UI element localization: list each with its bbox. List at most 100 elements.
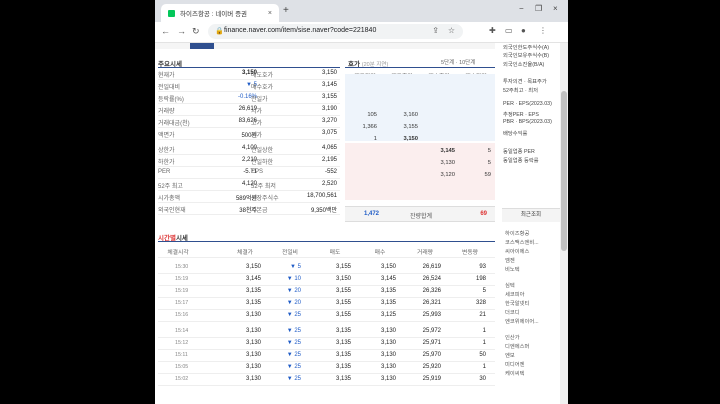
nav-selected-tab[interactable] [190, 43, 214, 49]
timeseries-cell: 26,321 [422, 300, 441, 306]
page-scrollbar[interactable] [560, 43, 568, 404]
timeseries-cell: 3,130 [380, 364, 396, 370]
quote-label: 등락률(%) [158, 97, 184, 103]
restore-button[interactable]: ❐ [535, 4, 542, 13]
browser-window: 하이즈항공 : 네이버 증권 × + − ❐ × ← → ↻ 🔒 finance… [155, 0, 568, 404]
quote-row-divider [158, 79, 340, 80]
minimize-button[interactable]: − [519, 4, 524, 13]
quote-row-divider [158, 154, 340, 155]
quote-label: 고가 [251, 121, 263, 127]
recent-stock-link[interactable]: 세코피아 [505, 290, 525, 298]
timeseries-cell: 21 [479, 312, 486, 318]
timeseries-cell: 3,135 [335, 352, 351, 358]
tab-strip: 하이즈항공 : 네이버 증권 × + − ❐ × [155, 0, 568, 22]
hoga-top-rule [345, 67, 495, 68]
recent-stock-link[interactable]: 엔보 [505, 351, 515, 359]
hoga-ask-area: 105 3,160 1,366 3,155 1 3,150 [345, 74, 495, 142]
recent-stock-link[interactable]: 심텍 [505, 281, 515, 289]
timeseries-cell: 15:30 [175, 264, 189, 270]
recent-stock-link[interactable]: 하이즈항공 [505, 229, 529, 237]
scrollbar-thumb[interactable] [561, 91, 567, 251]
hoga-ask-price: 3,160 [403, 112, 418, 118]
quote-row-divider [158, 202, 340, 203]
timeseries-cell: 3,130 [245, 340, 261, 346]
timeseries-cell: 15:12 [175, 340, 189, 346]
stock-nav-strip [155, 43, 495, 49]
sidebar-toggle-icon[interactable]: ▭ [505, 26, 513, 35]
timeseries-header-cell: 체결시각 [167, 250, 189, 256]
url-text[interactable]: finance.naver.com/item/sise.naver?code=2… [224, 27, 376, 34]
profile-avatar-icon[interactable]: ● [521, 26, 526, 35]
recent-stock-link[interactable]: 케이씨텍 [505, 369, 525, 377]
timeseries-cell: 3,135 [245, 288, 261, 294]
recent-stock-link[interactable]: 미디어젠 [505, 360, 525, 368]
quote-row-divider [158, 91, 340, 92]
timeseries-cell: 3,135 [245, 300, 261, 306]
sidebar-info-line: 배당수익률 [503, 131, 528, 137]
recent-stock-link[interactable]: 한국알넷티 [505, 299, 529, 307]
recent-stock-link[interactable]: 인산가 [505, 333, 520, 341]
hoga-total-ask: 1,472 [363, 211, 379, 217]
timeseries-cell: 15:19 [175, 288, 189, 294]
timeseries-cell: 3,155 [335, 288, 351, 294]
hoga-ask-qty: 105 [367, 112, 377, 118]
recent-stock-link[interactable]: 엔코위에이어... [505, 317, 539, 325]
bookmark-star-icon[interactable]: ☆ [448, 26, 455, 35]
timeseries-row-divider [158, 309, 495, 310]
browser-menu-icon[interactable]: ⋮ [539, 26, 547, 35]
new-tab-button[interactable]: + [283, 5, 289, 16]
quote-label: 외국인현재 [158, 208, 186, 214]
quote-row-divider [158, 166, 340, 167]
timeseries-cell: 15:02 [175, 376, 189, 382]
timeseries-cell: 3,150 [380, 264, 396, 270]
timeseries-header-cell: 매도 [329, 250, 341, 256]
sidebar-info-line: 외국인보유주식수(B) [503, 53, 550, 59]
timeseries-cell: ▼ 20 [286, 288, 301, 294]
timeseries-cell: 3,145 [245, 276, 261, 282]
share-icon[interactable]: ⇪ [432, 26, 439, 35]
recent-stock-link[interactable]: 더코디 [505, 308, 520, 316]
hoga-step-option[interactable]: 5단계 · 10단계 [441, 58, 475, 66]
quote-label: 전일하한 [251, 160, 274, 166]
timeseries-cell: 15:19 [175, 276, 189, 282]
quote-label: PER [158, 169, 171, 175]
quote-label: 저가 [251, 133, 263, 139]
quote-label: 액면가 [158, 133, 175, 139]
timeseries-cell: 25,972 [422, 328, 441, 334]
hoga-bid-qty: 5 [487, 148, 491, 154]
tab-close-icon[interactable]: × [268, 10, 272, 17]
timeseries-cell: 93 [479, 264, 486, 270]
sidebar-info-line: PBR · BPS(2023.03) [503, 119, 552, 125]
browser-tab[interactable]: 하이즈항공 : 네이버 증권 × [161, 4, 279, 22]
recent-stock-link[interactable]: 코스맥스엔비... [505, 238, 539, 246]
timeseries-cell: 3,150 [245, 264, 261, 270]
recent-stock-link[interactable]: 디엔에스머 [505, 342, 529, 350]
recent-stock-link[interactable]: 비노텍 [505, 265, 520, 273]
quote-row-divider [158, 190, 340, 191]
timeseries-row-divider [158, 337, 495, 338]
reload-button[interactable]: ↻ [192, 26, 200, 37]
quote-value: 3,270 [321, 118, 337, 124]
hoga-total-row: 1,472 잔량합계 69 [345, 206, 495, 222]
hoga-bid-price: 3,130 [440, 160, 455, 166]
right-info-panel: 외국인한도주식수(A) 외국인보유주식수(B) 외국인소진율(B/A) 투자의견 · … [500, 43, 568, 404]
quote-row-divider [158, 103, 340, 104]
timeseries-cell: ▼ 25 [286, 328, 301, 334]
quote-label: 시가총액 [158, 196, 181, 202]
recent-viewed-title: 최근조회 [502, 209, 560, 222]
quote-label: 52주 최저 [251, 184, 276, 190]
recent-stock-link[interactable]: 씨아이에스 [505, 247, 529, 255]
forward-button[interactable]: → [177, 26, 186, 36]
hoga-bid-price: 3,145 [440, 148, 455, 154]
quote-label: EPS [251, 169, 264, 175]
back-button[interactable]: ← [161, 26, 170, 36]
address-bar[interactable]: 🔒 finance.naver.com/item/sise.naver?code… [208, 24, 463, 39]
extensions-icon[interactable]: ✚ [489, 26, 496, 35]
close-window-button[interactable]: × [553, 4, 558, 13]
recent-stock-link[interactable]: 엠젠 [505, 256, 515, 264]
lock-icon[interactable]: 🔒 [215, 27, 224, 35]
quote-value: 2,195 [321, 157, 337, 163]
timeseries-cell: 3,135 [380, 288, 396, 294]
tab-title: 하이즈항공 : 네이버 증권 [180, 11, 248, 18]
quote-label: 매수호가 [251, 85, 274, 91]
